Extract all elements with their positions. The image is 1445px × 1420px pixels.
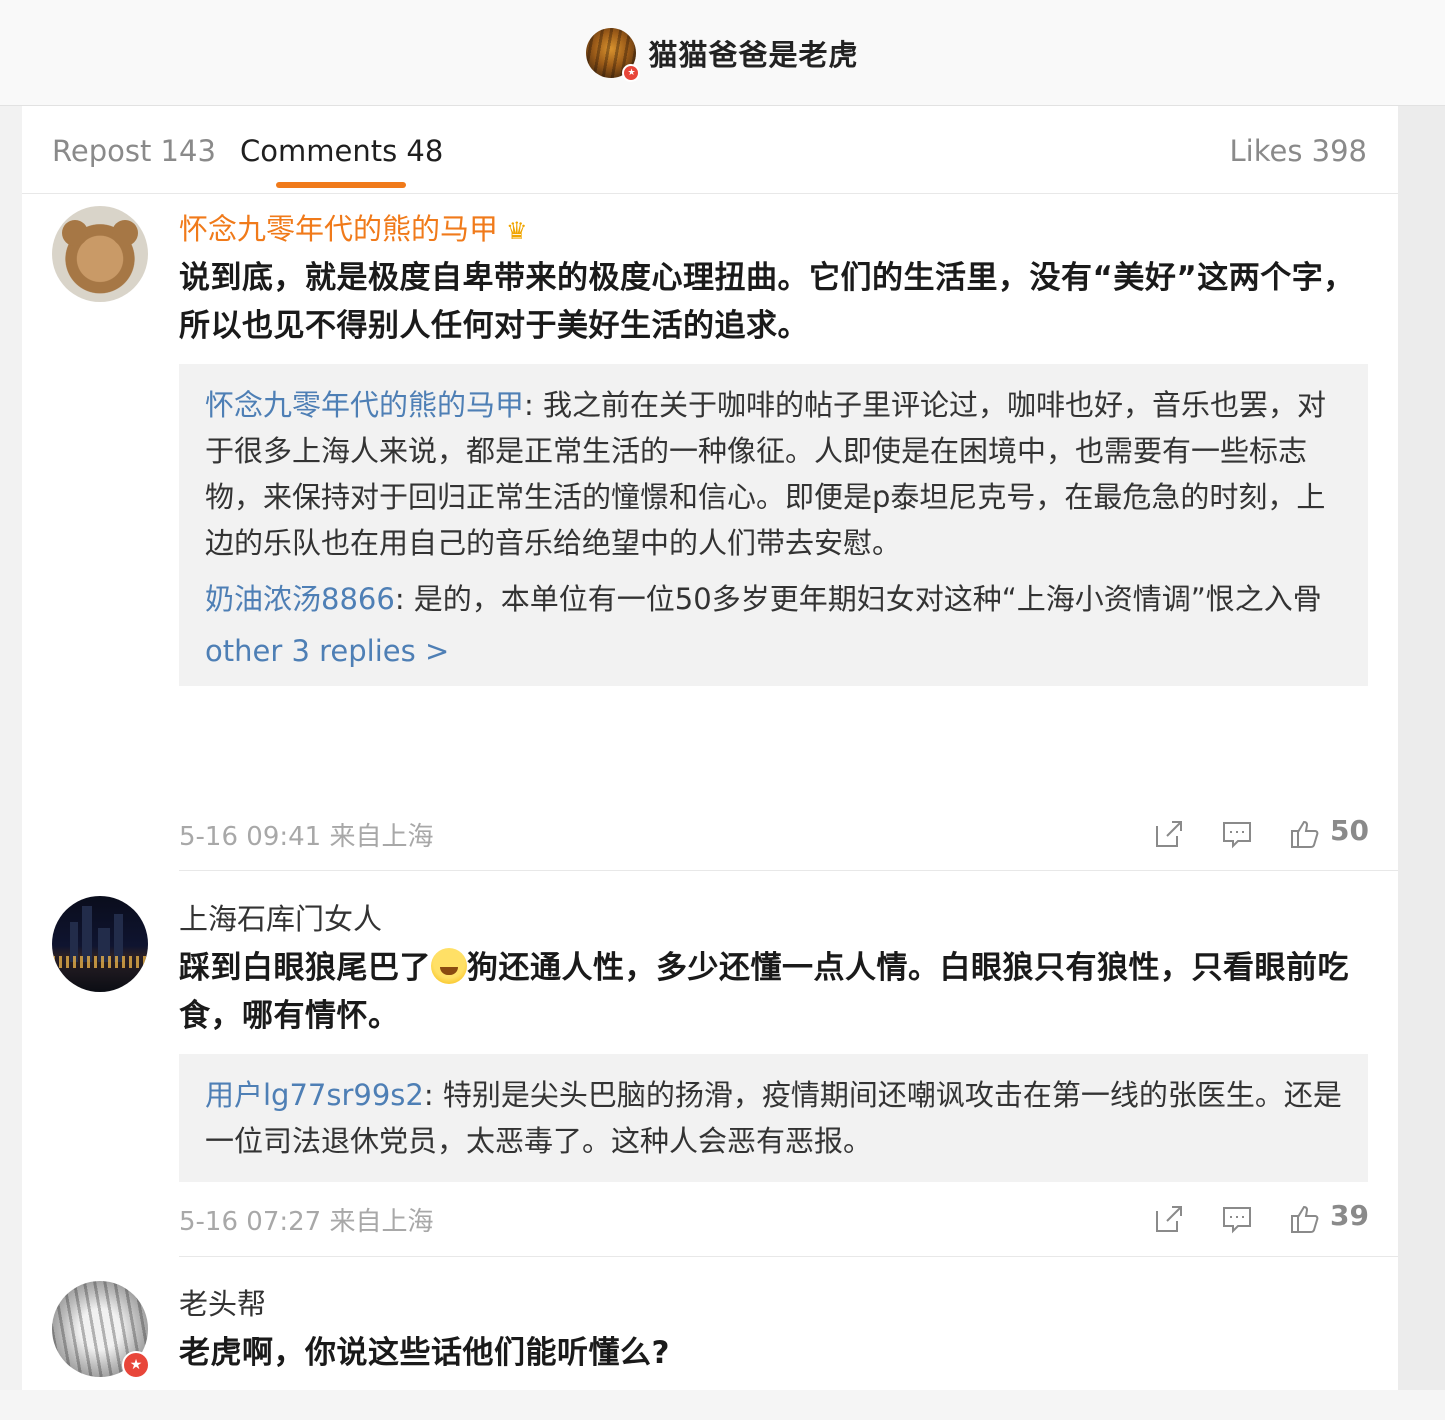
top-bar: ★ 猫猫爸爸是老虎: [0, 0, 1445, 106]
comment-text: 说到底，就是极度自卑带来的极度心理扭曲。它们的生活里，没有“美好”这两个字，所以…: [179, 260, 1355, 344]
bear-ear: [112, 220, 138, 246]
thumbs-up-icon[interactable]: [1289, 1203, 1321, 1235]
comments-panel: Repost 143 Comments 48 Likes 398 怀念九零年代的…: [22, 106, 1398, 1390]
comment-meta: 5-16 09:41 来自上海 50: [179, 814, 1369, 856]
avatar[interactable]: [52, 896, 148, 992]
comment-icon[interactable]: [1221, 1203, 1253, 1235]
bottom-strip: [0, 1390, 1445, 1420]
city-lights: [52, 956, 148, 968]
poster-avatar[interactable]: ★: [586, 27, 641, 82]
username-text[interactable]: 怀念九零年代的熊的马甲: [179, 212, 498, 246]
reply-text: : 是的，本单位有一位50多岁更年期妇女对这种“上海小资情调”恨之入骨: [394, 582, 1322, 616]
poster-name[interactable]: 猫猫爸爸是老虎: [648, 32, 858, 74]
more-replies-link[interactable]: other 3 replies >: [205, 634, 449, 668]
comment-username[interactable]: 老头帮: [179, 1281, 1369, 1323]
avatar[interactable]: [52, 206, 148, 302]
like-count: 39: [1330, 1199, 1369, 1232]
crown-icon: ♛: [506, 217, 528, 245]
comment-text: 踩到白眼狼尾巴了 狗还通人性，多少还懂一点人情。白眼狼只有狼性，只看眼前吃食，哪有…: [179, 944, 1369, 1040]
comment-divider: [179, 1256, 1398, 1257]
share-icon[interactable]: [1153, 818, 1185, 850]
verified-badge-icon: ★: [622, 63, 641, 82]
thumbs-up-icon[interactable]: [1289, 818, 1321, 850]
reply-item: 奶油浓汤8866: 是的，本单位有一位50多岁更年期妇女对这种“上海小资情调”恨…: [205, 576, 1342, 622]
comment-time: 5-16 07:27 来自上海: [179, 1207, 434, 1237]
comment-icon[interactable]: [1221, 818, 1253, 850]
tab-comments[interactable]: Comments 48: [240, 134, 443, 168]
skyline-building: [114, 914, 123, 962]
comment-body: 老头帮 老虎啊，你说这些话他们能听懂么?: [179, 1281, 1369, 1377]
reply-username[interactable]: 怀念九零年代的熊的马甲: [205, 388, 524, 422]
reply-username[interactable]: 用户lg77sr99s2: [205, 1078, 424, 1112]
reply-box: 怀念九零年代的熊的马甲: 我之前在关于咖啡的帖子里评论过，咖啡也好，音乐也罢，对…: [179, 364, 1368, 686]
tab-likes[interactable]: Likes 398: [1230, 134, 1368, 168]
avatar[interactable]: ★: [52, 1281, 150, 1379]
right-gutter: [1398, 106, 1445, 1390]
tab-repost[interactable]: Repost 143: [52, 134, 216, 168]
comment-text-part: 踩到白眼狼尾巴了: [179, 950, 431, 986]
reply-box: 用户lg77sr99s2: 特别是尖头巴脑的扬滑，疫情期间还嘲讽攻击在第一线的张…: [179, 1054, 1368, 1182]
laughing-tears-emoji-icon: [431, 948, 467, 984]
reply-username[interactable]: 奶油浓汤8866: [205, 582, 395, 616]
reply-item: 怀念九零年代的熊的马甲: 我之前在关于咖啡的帖子里评论过，咖啡也好，音乐也罢，对…: [205, 382, 1342, 566]
active-tab-indicator: [276, 182, 406, 188]
comment-username[interactable]: 怀念九零年代的熊的马甲 ♛: [179, 206, 1369, 248]
comment-time: 5-16 09:41 来自上海: [179, 822, 434, 852]
like-count: 50: [1330, 814, 1369, 847]
verified-badge-icon: ★: [122, 1351, 150, 1379]
skyline-building: [82, 906, 92, 962]
comment-meta: 5-16 07:27 来自上海 39: [179, 1199, 1369, 1241]
reply-item: 用户lg77sr99s2: 特别是尖头巴脑的扬滑，疫情期间还嘲讽攻击在第一线的张…: [205, 1072, 1342, 1164]
comment-body: 怀念九零年代的熊的马甲 ♛ 说到底，就是极度自卑带来的极度心理扭曲。它们的生活里，…: [179, 206, 1369, 350]
tab-bar: Repost 143 Comments 48 Likes 398: [22, 106, 1398, 194]
bear-ear: [62, 220, 88, 246]
comment-username[interactable]: 上海石库门女人: [179, 896, 1369, 938]
comment-text: 老虎啊，你说这些话他们能听懂么?: [179, 1335, 670, 1371]
comment-body: 上海石库门女人 踩到白眼狼尾巴了 狗还通人性，多少还懂一点人情。白眼狼只有狼性，只…: [179, 896, 1369, 1040]
share-icon[interactable]: [1153, 1203, 1185, 1235]
comment-divider: [179, 870, 1398, 871]
